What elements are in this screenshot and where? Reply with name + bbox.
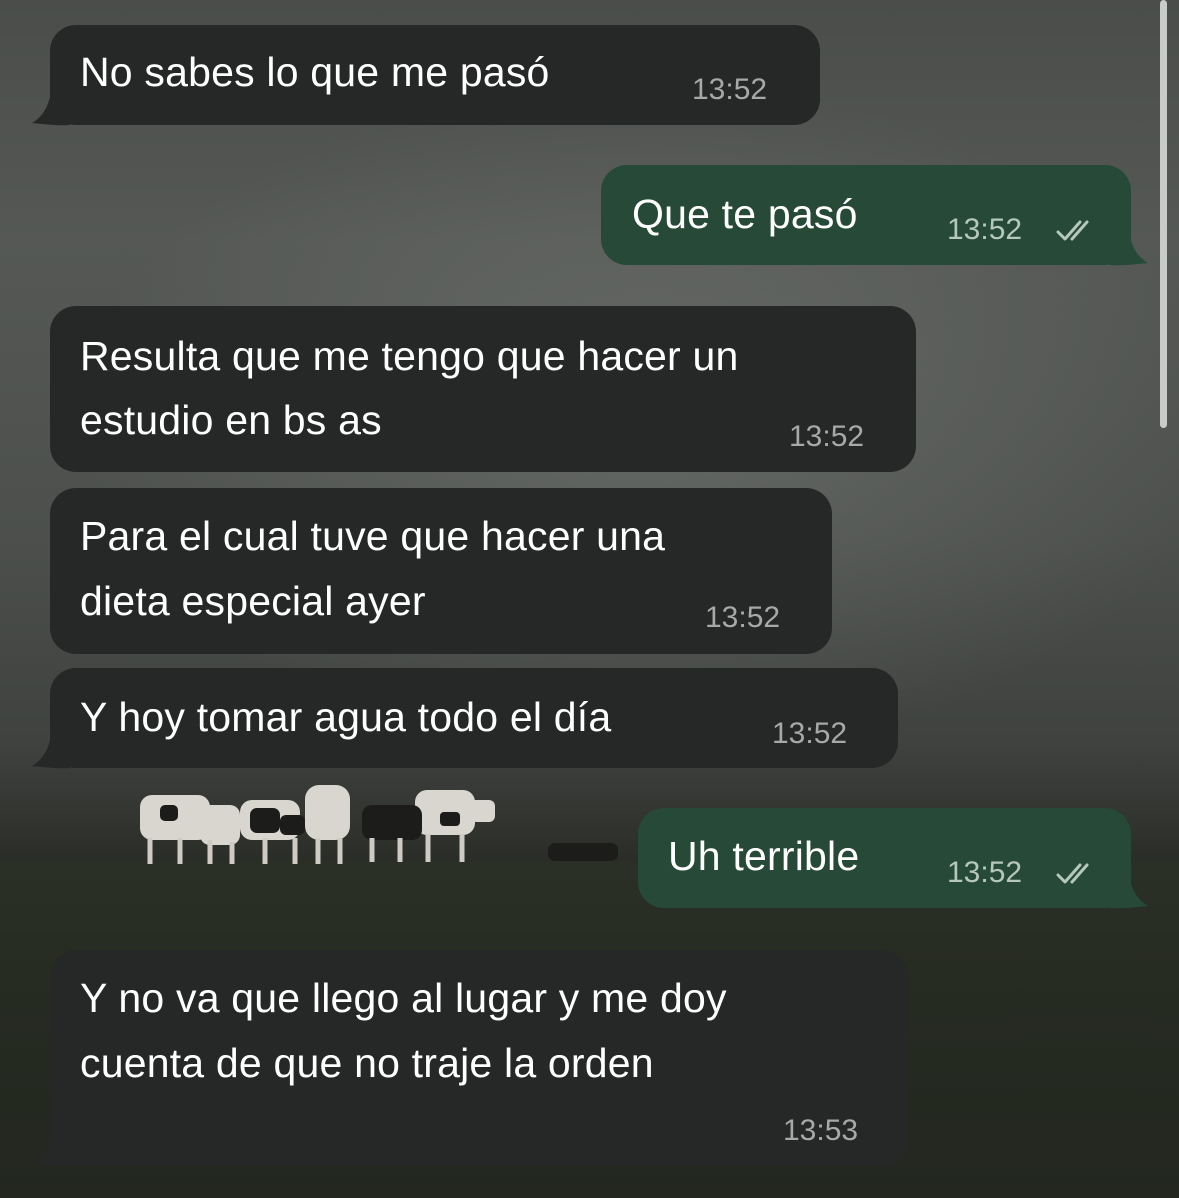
message-text-line: cuenta de que no traje la orden (80, 1040, 654, 1086)
message-bubble-incoming[interactable]: Y no va que llego al lugar y me doy cuen… (50, 950, 908, 1166)
message-timestamp: 13:52 (947, 856, 1023, 889)
message-bubble-incoming[interactable]: Para el cual tuve que hacer una dieta es… (50, 488, 832, 654)
message-timestamp: 13:52 (789, 420, 865, 453)
message-timestamp: 13:52 (705, 601, 781, 634)
scrollbar[interactable] (1160, 0, 1167, 428)
message-bubble-incoming[interactable]: Resulta que me tengo que hacer un estudi… (50, 306, 916, 472)
message-text: No sabes lo que me pasó (80, 49, 550, 95)
bubble-tail (1110, 869, 1148, 909)
double-check-icon (1056, 863, 1089, 884)
message-bubble-incoming[interactable]: No sabes lo que me pasó 13:52 (50, 25, 820, 125)
message-text: Que te pasó (632, 191, 858, 237)
double-check-icon (1056, 220, 1089, 241)
bubble-tail (32, 86, 70, 126)
message-bubble-outgoing[interactable]: Uh terrible 13:52 (638, 808, 1131, 908)
message-text-line: estudio en bs as (80, 397, 382, 443)
message-timestamp: 13:53 (783, 1114, 859, 1147)
message-text-line: Resulta que me tengo que hacer un (80, 333, 739, 379)
bubble-tail (1110, 226, 1148, 266)
chat-view[interactable]: No sabes lo que me pasó 13:52 Que te pas… (0, 0, 1179, 1198)
message-text-line: Y no va que llego al lugar y me doy (80, 975, 727, 1021)
message-text-line: dieta especial ayer (80, 578, 426, 624)
message-text: Uh terrible (668, 833, 860, 879)
message-bubble-incoming[interactable]: Y hoy tomar agua todo el día 13:52 (50, 668, 898, 768)
message-timestamp: 13:52 (947, 213, 1023, 246)
bubble-tail (32, 729, 70, 769)
bubble-tail (32, 1127, 70, 1167)
message-timestamp: 13:52 (692, 73, 768, 106)
message-timestamp: 13:52 (772, 717, 848, 750)
message-text-line: Para el cual tuve que hacer una (80, 513, 666, 559)
message-bubble-outgoing[interactable]: Que te pasó 13:52 (601, 165, 1131, 265)
message-text: Y hoy tomar agua todo el día (80, 694, 612, 740)
